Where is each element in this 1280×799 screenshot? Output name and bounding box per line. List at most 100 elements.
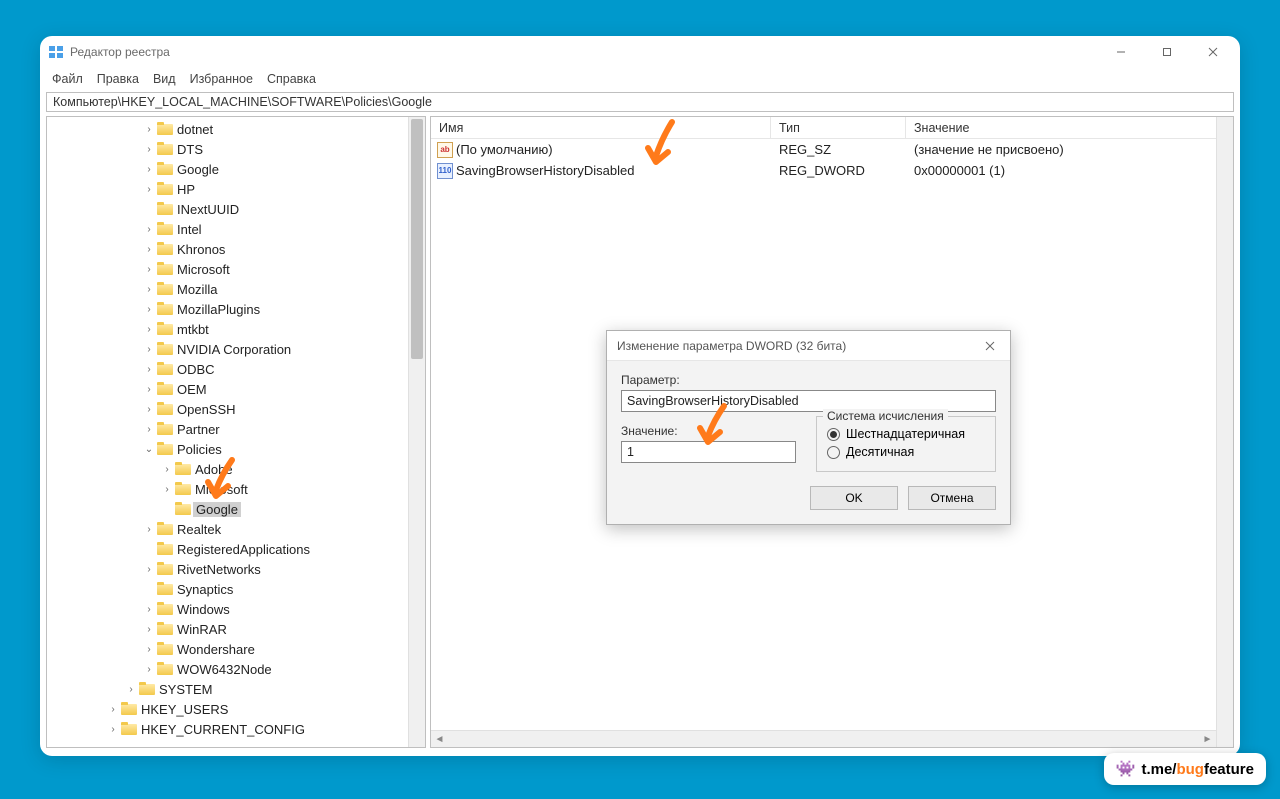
folder-icon (157, 662, 173, 676)
value-row[interactable]: ab(По умолчанию)REG_SZ(значение не присв… (431, 139, 1233, 160)
chevron-right-icon[interactable]: › (159, 484, 175, 495)
tree-item[interactable]: ›SYSTEM (47, 679, 425, 699)
value-name: SavingBrowserHistoryDisabled (456, 163, 634, 178)
tree-item[interactable]: Synaptics (47, 579, 425, 599)
tree-item[interactable]: ›Windows (47, 599, 425, 619)
chevron-right-icon[interactable]: › (141, 144, 157, 155)
ok-button[interactable]: OK (810, 486, 898, 510)
registry-tree[interactable]: ›dotnet›DTS›Google›HPINextUUID›Intel›Khr… (47, 117, 425, 741)
chevron-right-icon[interactable]: › (141, 304, 157, 315)
chevron-right-icon[interactable]: › (141, 124, 157, 135)
tree-item[interactable]: ›Microsoft (47, 259, 425, 279)
hscroll-right-icon[interactable]: ► (1199, 731, 1216, 748)
tree-item[interactable]: ›Intel (47, 219, 425, 239)
chevron-right-icon[interactable]: › (141, 344, 157, 355)
tree-item[interactable]: ›Khronos (47, 239, 425, 259)
chevron-right-icon[interactable]: › (141, 604, 157, 615)
tree-item-label: Google (175, 162, 219, 177)
tree-item-label: NVIDIA Corporation (175, 342, 291, 357)
chevron-right-icon[interactable]: › (141, 224, 157, 235)
col-value[interactable]: Значение (906, 117, 1233, 138)
chevron-right-icon[interactable]: › (159, 464, 175, 475)
chevron-right-icon[interactable]: › (141, 644, 157, 655)
tree-item[interactable]: ›MozillaPlugins (47, 299, 425, 319)
cancel-button[interactable]: Отмена (908, 486, 996, 510)
hscroll-left-icon[interactable]: ◄ (431, 731, 448, 748)
chevron-right-icon[interactable]: › (141, 244, 157, 255)
menu-help[interactable]: Справка (261, 70, 322, 88)
tree-item[interactable]: ›HP (47, 179, 425, 199)
tree-item[interactable]: ›OEM (47, 379, 425, 399)
folder-icon (157, 622, 173, 636)
chevron-right-icon[interactable]: › (141, 164, 157, 175)
tree-item[interactable]: ›dotnet (47, 119, 425, 139)
tree-scroll-thumb[interactable] (411, 119, 423, 359)
close-button[interactable] (1190, 36, 1236, 68)
tree-scrollbar[interactable] (408, 117, 425, 747)
dialog-body: Параметр: Значение: Система исчисления Ш… (607, 361, 1010, 524)
radio-hex-icon[interactable] (827, 428, 840, 441)
tree-item[interactable]: ›HKEY_CURRENT_CONFIG (47, 719, 425, 739)
tree-item[interactable]: ›WOW6432Node (47, 659, 425, 679)
tree-item[interactable]: RegisteredApplications (47, 539, 425, 559)
tree-item[interactable]: ›Mozilla (47, 279, 425, 299)
tree-item[interactable]: › Google (47, 159, 425, 179)
chevron-right-icon[interactable]: › (141, 404, 157, 415)
radio-dec-row[interactable]: Десятичная (827, 445, 985, 459)
address-bar[interactable]: Компьютер\HKEY_LOCAL_MACHINE\SOFTWARE\Po… (46, 92, 1234, 112)
menu-favorites[interactable]: Избранное (184, 70, 259, 88)
tree-item[interactable]: ›Partner (47, 419, 425, 439)
menu-edit[interactable]: Правка (91, 70, 145, 88)
folder-icon (157, 202, 173, 216)
tree-item[interactable]: › Realtek (47, 519, 425, 539)
chevron-right-icon[interactable]: › (141, 184, 157, 195)
tree-item-label: mtkbt (175, 322, 209, 337)
tree-item[interactable]: ›ODBC (47, 359, 425, 379)
chevron-right-icon[interactable]: › (141, 564, 157, 575)
titlebar: Редактор реестра (40, 36, 1240, 68)
tree-item[interactable]: INextUUID (47, 199, 425, 219)
tree-item[interactable]: › NVIDIA Corporation (47, 339, 425, 359)
dialog-close-button[interactable] (980, 336, 1000, 356)
chevron-right-icon[interactable]: › (141, 664, 157, 675)
value-row[interactable]: 110SavingBrowserHistoryDisabledREG_DWORD… (431, 160, 1233, 181)
tree-item-label: Realtek (175, 522, 221, 537)
tree-pane: ›dotnet›DTS›Google›HPINextUUID›Intel›Khr… (46, 116, 426, 748)
chevron-right-icon[interactable]: › (141, 524, 157, 535)
tree-item[interactable]: ›HKEY_USERS (47, 699, 425, 719)
chevron-right-icon[interactable]: › (141, 264, 157, 275)
chevron-right-icon[interactable]: › (141, 624, 157, 635)
values-list[interactable]: ab(По умолчанию)REG_SZ(значение не присв… (431, 139, 1233, 181)
chevron-right-icon[interactable]: › (141, 384, 157, 395)
chevron-right-icon[interactable]: › (141, 324, 157, 335)
col-name[interactable]: Имя (431, 117, 771, 138)
chevron-right-icon[interactable]: › (123, 684, 139, 695)
chevron-down-icon[interactable]: ⌄ (141, 444, 157, 455)
folder-icon (157, 542, 173, 556)
folder-icon (157, 382, 173, 396)
base-legend: Система исчисления (823, 409, 948, 423)
menu-file[interactable]: Файл (46, 70, 89, 88)
chevron-right-icon[interactable]: › (141, 284, 157, 295)
minimize-button[interactable] (1098, 36, 1144, 68)
tree-item[interactable]: ›RivetNetworks (47, 559, 425, 579)
values-hscrollbar[interactable]: ◄ ► (431, 730, 1216, 747)
radio-hex-row[interactable]: Шестнадцатеричная (827, 427, 985, 441)
chevron-right-icon[interactable]: › (141, 364, 157, 375)
maximize-button[interactable] (1144, 36, 1190, 68)
tree-item[interactable]: ›WinRAR (47, 619, 425, 639)
menu-view[interactable]: Вид (147, 70, 182, 88)
chevron-right-icon[interactable]: › (105, 724, 121, 735)
values-vscrollbar[interactable] (1216, 117, 1233, 747)
menubar: Файл Правка Вид Избранное Справка (40, 68, 1240, 92)
tree-item[interactable]: ›Wondershare (47, 639, 425, 659)
radio-dec-icon[interactable] (827, 446, 840, 459)
tree-item[interactable]: ›DTS (47, 139, 425, 159)
col-type[interactable]: Тип (771, 117, 906, 138)
chevron-right-icon[interactable]: › (105, 704, 121, 715)
tree-item[interactable]: › mtkbt (47, 319, 425, 339)
regedit-icon (48, 44, 64, 60)
tree-item[interactable]: ›OpenSSH (47, 399, 425, 419)
folder-icon (157, 322, 173, 336)
chevron-right-icon[interactable]: › (141, 424, 157, 435)
